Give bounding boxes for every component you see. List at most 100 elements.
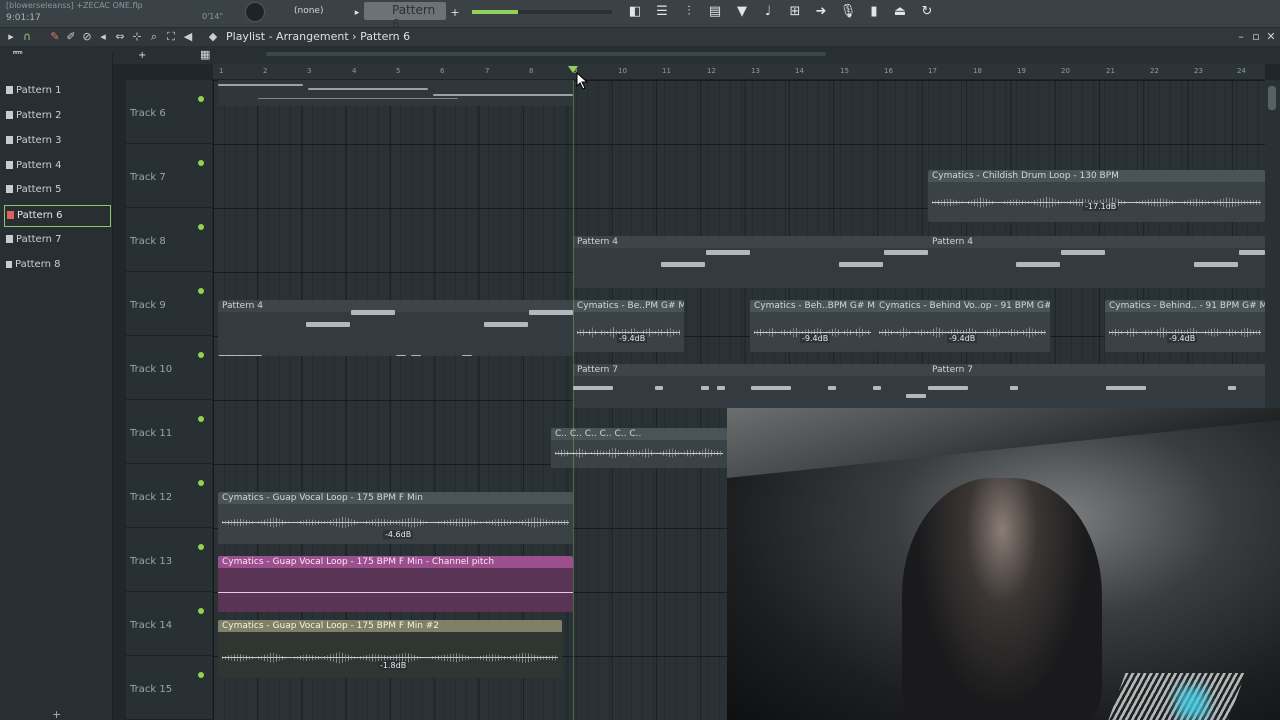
arrow-right-icon[interactable]: ➜	[812, 4, 830, 20]
waveform	[577, 332, 680, 333]
close-icon[interactable]: ✕	[1264, 30, 1278, 44]
select-icon[interactable]: ⊹	[130, 30, 144, 44]
add-pattern-icon[interactable]: +	[446, 5, 464, 21]
audio-clip[interactable]: Cymatics - Guap Vocal Loop - 175 BPM F M…	[218, 492, 573, 544]
note	[873, 386, 881, 390]
note	[661, 262, 705, 267]
track-header[interactable]: Track 11	[126, 400, 212, 464]
track-header[interactable]: Track 10	[126, 336, 212, 400]
clip-volume: -9.4dB	[1167, 334, 1198, 343]
scrollbar-thumb[interactable]	[1268, 86, 1276, 110]
playlist-icon[interactable]: ☰	[653, 4, 671, 20]
track-header[interactable]: Track 12	[126, 464, 212, 528]
track-header[interactable]: Track 6	[126, 80, 212, 144]
magnet-icon[interactable]: ∩	[20, 30, 34, 44]
picker-item-pattern-4[interactable]: Pattern 4	[4, 156, 111, 178]
picker-add-icon[interactable]: +	[52, 708, 61, 720]
mute-icon[interactable]: ◂	[96, 30, 110, 44]
track-mute-led[interactable]	[198, 96, 204, 102]
picker-icon[interactable]: ▦	[200, 48, 210, 61]
track-header[interactable]: Track 13	[126, 528, 212, 592]
note	[218, 355, 262, 356]
picker-item-pattern-2[interactable]: Pattern 2	[4, 106, 111, 128]
plugin-icon[interactable]: ▼	[733, 4, 751, 20]
note	[655, 386, 663, 390]
file-icon[interactable]: ▮	[865, 4, 883, 20]
picker-item-pattern-8[interactable]: Pattern 8	[4, 255, 111, 277]
track-mute-led[interactable]	[198, 288, 204, 294]
browser-icon[interactable]: ⊞	[786, 4, 804, 20]
audio-clip[interactable]: Cymatics - Beh..BPM G# Min -9.4dB	[750, 300, 875, 352]
mixer-icon[interactable]: ⫶	[680, 4, 698, 20]
add-track-icon[interactable]: +	[138, 50, 146, 61]
channel-rack-icon[interactable]: ▤	[706, 4, 724, 20]
paint-icon[interactable]: ✐	[64, 30, 78, 44]
pattern-clip[interactable]: Pattern 4	[573, 236, 928, 288]
zoom-icon[interactable]: ⌕	[147, 30, 161, 44]
picker-item-pattern-1[interactable]: Pattern 1	[4, 81, 111, 103]
vertical-scrollbar[interactable]	[1265, 80, 1280, 410]
play-icon[interactable]: ▸	[4, 30, 18, 44]
pattern-icon	[6, 86, 13, 94]
picker-item-pattern-3[interactable]: Pattern 3	[4, 131, 111, 153]
pattern-clip[interactable]: Pattern 7	[928, 364, 1265, 408]
track-mute-led[interactable]	[198, 544, 204, 550]
track-mute-led[interactable]	[198, 224, 204, 230]
timeline-ruler[interactable]: 1 2 3 4 5 6 7 8 9 10 11 12 13 14 15 16 1…	[213, 64, 1265, 80]
pencil-icon[interactable]: ✎	[48, 30, 62, 44]
track-header[interactable]: Track 8	[126, 208, 212, 272]
note	[928, 386, 968, 390]
speaker-icon[interactable]: ◀	[181, 30, 195, 44]
playback-icon[interactable]: ⛶	[164, 30, 178, 44]
track-mute-led[interactable]	[198, 352, 204, 358]
horizontal-scrollbar[interactable]	[266, 52, 826, 56]
breadcrumb-playlist[interactable]: Playlist - Arrangement	[226, 30, 349, 43]
audio-clip[interactable]: Cymatics - Behind.. - 91 BPM G# Min -9.4…	[1105, 300, 1265, 352]
audio-clip[interactable]: Cymatics - Guap Vocal Loop - 175 BPM F M…	[218, 620, 562, 678]
audio-clip[interactable]: Cymatics - Be..PM G# Min -9.4dB	[573, 300, 684, 352]
bar-number: 17	[928, 67, 937, 75]
slip-icon[interactable]: ⇔	[113, 30, 127, 44]
note	[701, 386, 709, 390]
audio-clip[interactable]: C.. C.. C.. C.. C.. C..	[551, 428, 727, 468]
menu-arrow-icon[interactable]: ◆	[206, 30, 220, 44]
picker-item-pattern-6[interactable]: Pattern 6	[4, 205, 111, 227]
bar-number: 11	[662, 67, 671, 75]
track-mute-led[interactable]	[198, 160, 204, 166]
pattern-clip[interactable]: Pattern 4	[218, 300, 573, 356]
delete-icon[interactable]: ⊘	[80, 30, 94, 44]
audio-clip[interactable]: Cymatics - Behind Vo..op - 91 BPM G# Min…	[875, 300, 1050, 352]
overview-note	[218, 84, 303, 86]
maximize-icon[interactable]: ▫	[1249, 30, 1263, 44]
pattern-clip[interactable]: Pattern 4	[928, 236, 1265, 288]
picker-item-pattern-5[interactable]: Pattern 5	[4, 180, 111, 202]
pattern-selector[interactable]: Pattern 6	[364, 2, 446, 31]
audio-clip[interactable]: Cymatics - Childish Drum Loop - 130 BPM …	[928, 170, 1265, 222]
pattern-clip[interactable]: Pattern 7	[573, 364, 928, 408]
refresh-icon[interactable]: ↻	[918, 4, 936, 20]
track-mute-led[interactable]	[198, 480, 204, 486]
track-mute-led[interactable]	[198, 416, 204, 422]
track-header[interactable]: Track 14	[126, 592, 212, 656]
overview-note	[308, 88, 428, 90]
tempo-knob[interactable]	[245, 2, 265, 22]
piano-roll-icon[interactable]: ♩	[759, 4, 777, 20]
automation-clip[interactable]: Cymatics - Guap Vocal Loop - 175 BPM F M…	[218, 556, 573, 612]
track-header[interactable]: Track 15	[126, 656, 212, 720]
minimize-icon[interactable]: –	[1234, 30, 1248, 44]
playlist-header-strip: ▥ ▦ +	[0, 46, 1280, 64]
note	[1016, 262, 1060, 267]
picker-item-pattern-7[interactable]: Pattern 7	[4, 230, 111, 252]
track-mute-led[interactable]	[198, 672, 204, 678]
track-header[interactable]: Track 7	[126, 144, 212, 208]
snap-icon[interactable]: ◧	[626, 4, 644, 20]
stamp-icon[interactable]: ⏏	[891, 4, 909, 20]
channel-select[interactable]: (none)	[294, 6, 323, 16]
microphone-icon[interactable]: 🎙	[839, 4, 857, 20]
breadcrumb-pattern[interactable]: Pattern 6	[360, 30, 410, 43]
bar-number: 10	[618, 67, 627, 75]
track-header[interactable]: Track 9	[126, 272, 212, 336]
track-mute-led[interactable]	[198, 608, 204, 614]
bar-number: 12	[707, 67, 716, 75]
master-volume-track[interactable]	[518, 10, 612, 14]
